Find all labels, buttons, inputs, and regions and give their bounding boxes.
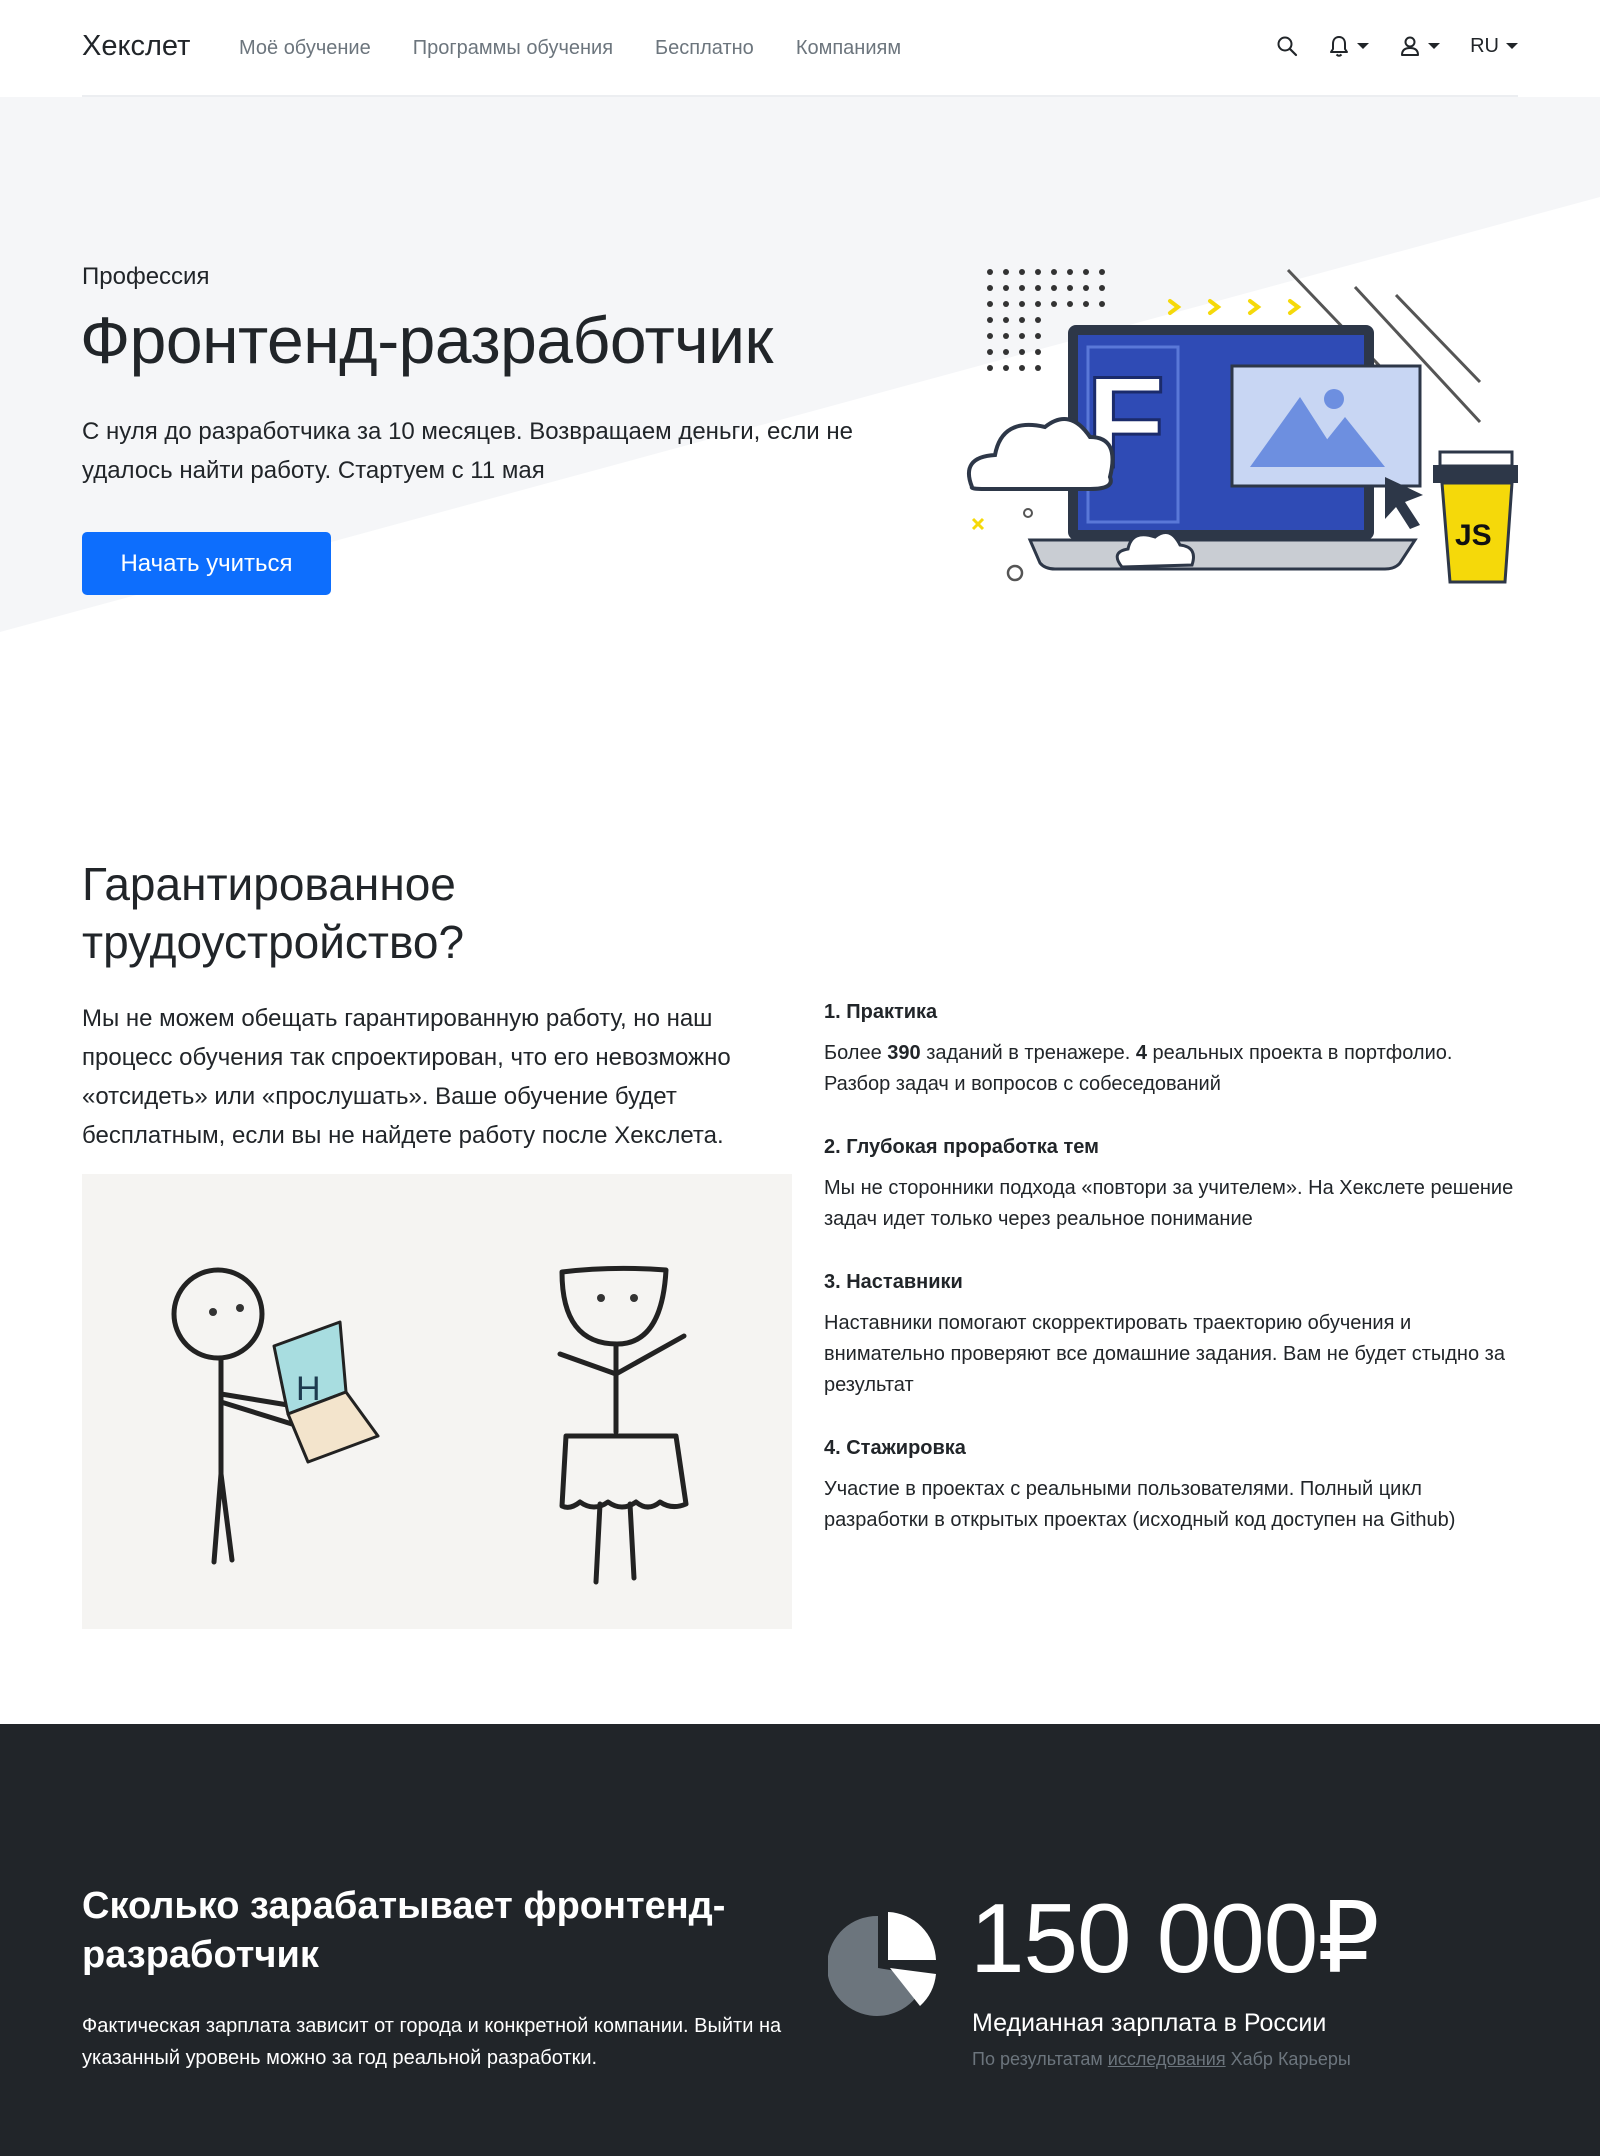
language-dropdown[interactable]: RU xyxy=(1470,35,1518,58)
research-link[interactable]: исследования xyxy=(1108,2049,1226,2069)
salary-amount: 150 000₽ xyxy=(970,1883,1380,1993)
start-learning-button[interactable]: Начать учиться xyxy=(82,532,331,595)
nav-right: RU xyxy=(1246,34,1518,58)
feature-practice: 1. Практика Более 390 заданий в тренажер… xyxy=(824,995,1524,1100)
navbar-inner: Хекслет Моё обучение Программы обучения … xyxy=(82,0,1518,97)
salary-source: По результатам исследования Хабр Карьеры xyxy=(972,2049,1351,2069)
feature-internship: 4. Стажировка Участие в проектах с реаль… xyxy=(824,1431,1524,1536)
language-label: RU xyxy=(1470,34,1499,57)
chevron-down-icon xyxy=(1428,43,1441,49)
navbar: Хекслет Моё обучение Программы обучения … xyxy=(0,0,1600,97)
guarantee-illustration: H xyxy=(82,1174,792,1629)
feature-text: Наставники помогают скорректировать трае… xyxy=(824,1312,1505,1396)
feature-text: Участие в проектах с реальными пользоват… xyxy=(824,1478,1456,1531)
laptop xyxy=(272,1320,380,1464)
salary-text: Фактическая зарплата зависит от города и… xyxy=(82,2015,782,2069)
feature-text: Более 390 заданий в тренажере. 4 реальны… xyxy=(824,1042,1453,1095)
image-window xyxy=(1230,364,1422,488)
hero-lead: С нуля до разработчика за 10 месяцев. Во… xyxy=(82,418,853,484)
search-icon xyxy=(1277,36,1298,57)
chevron-down-icon xyxy=(1506,43,1518,49)
nav-links: Моё обучение Программы обучения Бесплатн… xyxy=(239,37,943,60)
feature-text: Мы не сторонники подхода «повтори за учи… xyxy=(824,1177,1514,1230)
laptop-base xyxy=(1027,538,1418,571)
salary-title: Сколько зарабатывает фронтенд-разработчи… xyxy=(82,1885,726,1976)
pie-chart-icon xyxy=(828,1912,936,2016)
hero-section: Профессия Фронтенд-разработчик С нуля до… xyxy=(0,97,1600,647)
nav-link-free[interactable]: Бесплатно xyxy=(655,37,754,60)
chevrons xyxy=(1168,299,1302,315)
salary-caption: Медианная зарплата в России xyxy=(972,2009,1327,2037)
nav-link-my-learning[interactable]: Моё обучение xyxy=(239,37,371,60)
feature-mentors: 3. Наставники Наставники помогают скорре… xyxy=(824,1265,1524,1401)
nav-link-companies[interactable]: Компаниям xyxy=(796,37,901,60)
feature-title: 1. Практика xyxy=(824,1001,938,1023)
salary-section: Сколько зарабатывает фронтенд-разработчи… xyxy=(0,1724,1600,2156)
user-icon xyxy=(1401,36,1420,56)
feature-deep-study: 2. Глубокая проработка тем Мы не сторонн… xyxy=(824,1130,1524,1235)
svg-text:JS: JS xyxy=(1455,519,1492,552)
features-list: 1. Практика Более 390 заданий в тренажер… xyxy=(824,995,1524,1566)
feature-title: 2. Глубокая проработка тем xyxy=(824,1136,1099,1158)
feature-title: 4. Стажировка xyxy=(824,1437,966,1459)
bell-icon xyxy=(1330,36,1349,57)
stick-figures: H xyxy=(171,1265,689,1585)
guarantee-text: Мы не можем обещать гарантированную рабо… xyxy=(82,1005,731,1149)
hero-kicker: Профессия xyxy=(82,263,210,290)
notifications-dropdown[interactable] xyxy=(1328,34,1370,58)
cup-lid xyxy=(1433,465,1518,483)
feature-title: 3. Наставники xyxy=(824,1271,963,1293)
chevron-down-icon xyxy=(1357,43,1370,49)
svg-text:H: H xyxy=(296,1370,321,1408)
page-title: Фронтенд-разработчик xyxy=(80,303,773,377)
nav-link-programs[interactable]: Программы обучения xyxy=(413,37,613,60)
user-dropdown[interactable] xyxy=(1399,34,1441,58)
search-button[interactable] xyxy=(1276,35,1298,57)
guarantee-title: Гарантированное трудоустройство? xyxy=(82,858,465,968)
brand-logo[interactable]: Хекслет xyxy=(82,30,190,63)
hero-illustration: F JS xyxy=(966,268,1518,584)
